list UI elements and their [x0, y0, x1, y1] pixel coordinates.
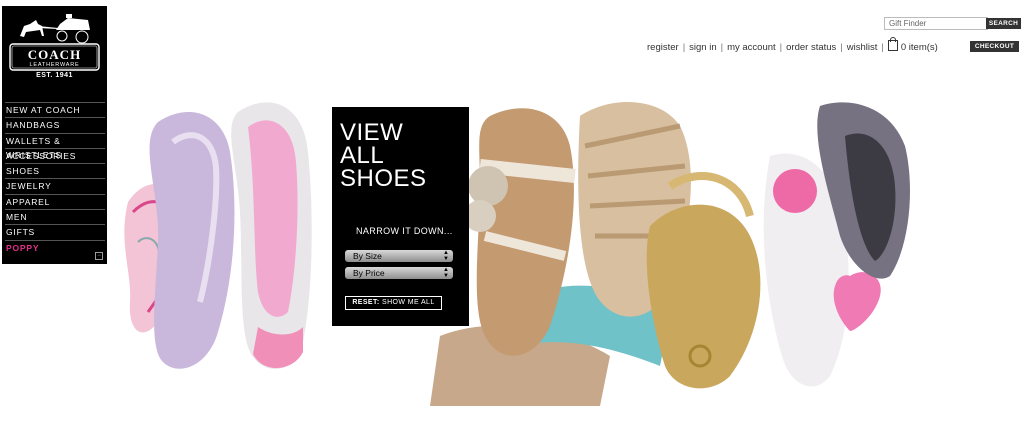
panel-title-line3: SHOES: [340, 165, 427, 192]
reset-prefix: RESET:: [352, 299, 380, 306]
nav-item-jewelry[interactable]: JEWELRY: [5, 178, 105, 193]
checkout-button[interactable]: CHECKOUT: [970, 41, 1019, 52]
nav-item-wallets-wristlets[interactable]: WALLETS & WRISTLETS: [5, 132, 105, 160]
nav-item-accessories[interactable]: ACCESSORIES: [5, 147, 105, 163]
bag-count[interactable]: 0 item(s): [901, 42, 938, 53]
select-arrows-icon: ▲ ▼: [443, 250, 449, 262]
search-button[interactable]: SEARCH: [986, 18, 1021, 29]
nav-item-poppy[interactable]: POPPY: [5, 239, 105, 255]
established-year: EST. 1941: [36, 72, 73, 79]
gift-finder-input[interactable]: Gift Finder: [884, 17, 988, 30]
logo-wordmark: COACH: [28, 47, 81, 62]
horse-carriage-logo-icon: COACH LEATHERWARE: [9, 14, 100, 71]
panel-title[interactable]: VIEW ALL SHOES: [340, 119, 427, 192]
nav-item-shoes[interactable]: SHOES: [5, 163, 105, 178]
nav-item-handbags[interactable]: HANDBAGS: [5, 117, 105, 132]
nav-item-new-at-coach[interactable]: NEW AT COACH: [5, 102, 105, 117]
reset-show-all-button[interactable]: RESET: SHOW ME ALL: [345, 296, 442, 310]
register-link[interactable]: register: [647, 42, 679, 53]
panel-title-line1: VIEW: [340, 119, 404, 146]
order-status-link[interactable]: order status: [786, 42, 836, 53]
wishlist-link[interactable]: wishlist: [847, 42, 878, 53]
category-nav: NEW AT COACH HANDBAGS WALLETS & WRISTLET…: [5, 102, 105, 255]
left-navigation: COACH LEATHERWARE EST. 1941 NEW AT COACH…: [2, 6, 107, 264]
sign-in-link[interactable]: sign in: [689, 42, 716, 53]
by-size-select[interactable]: By Size ▲ ▼: [345, 250, 453, 262]
select-arrows-icon: ▲ ▼: [443, 267, 449, 279]
coach-logo[interactable]: COACH LEATHERWARE: [2, 6, 107, 98]
link-separator: |: [720, 42, 724, 53]
logo-sub: LEATHERWARE: [30, 62, 80, 68]
nav-item-gifts[interactable]: GIFTS: [5, 224, 105, 239]
account-links: register | sign in | my account | order status…: [647, 37, 938, 53]
link-separator: |: [682, 42, 686, 53]
hero-image-sandals[interactable]: [410, 86, 910, 406]
collapse-icon[interactable]: −: [95, 252, 103, 260]
my-account-link[interactable]: my account: [727, 42, 776, 53]
nav-item-apparel[interactable]: APPAREL: [5, 193, 105, 209]
link-separator: |: [840, 42, 843, 53]
by-size-label: By Size: [353, 251, 382, 261]
nav-item-men[interactable]: MEN: [5, 209, 105, 224]
link-separator: |: [779, 42, 783, 53]
shopping-bag-icon[interactable]: [887, 37, 898, 51]
reset-label: SHOW ME ALL: [382, 299, 435, 306]
panel-title-line2: ALL: [340, 142, 385, 169]
view-all-shoes-panel: VIEW ALL SHOES NARROW IT DOWN... By Size…: [332, 107, 469, 326]
by-price-label: By Price: [353, 268, 385, 278]
by-price-select[interactable]: By Price ▲ ▼: [345, 267, 453, 279]
link-separator: |: [881, 42, 884, 53]
hero-image-ballet-flats[interactable]: [118, 92, 328, 384]
narrow-it-down-label: NARROW IT DOWN...: [356, 226, 453, 236]
